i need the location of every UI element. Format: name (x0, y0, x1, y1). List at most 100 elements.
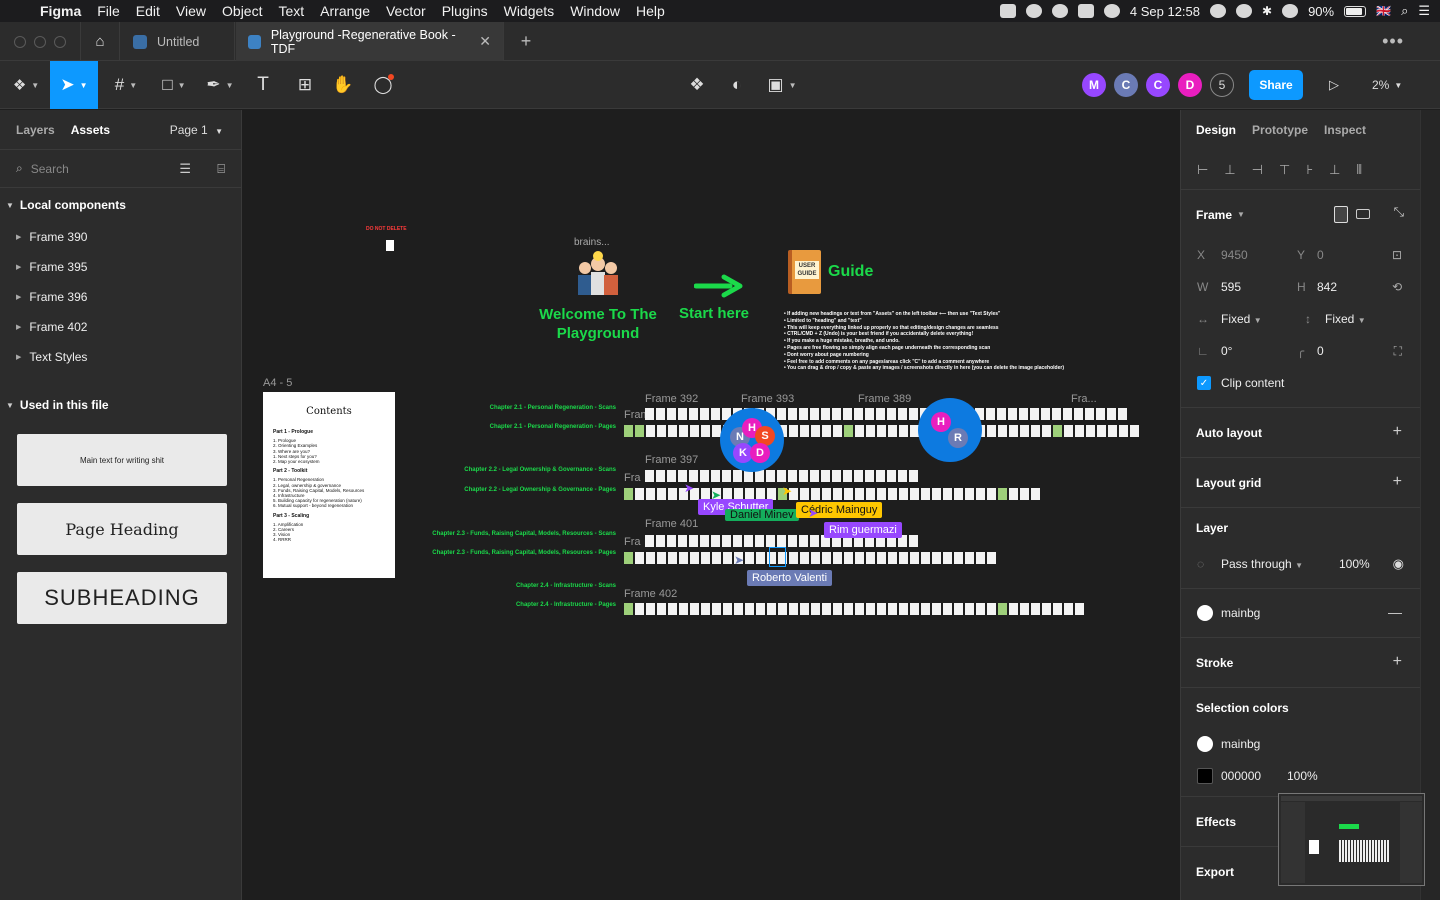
add-icon[interactable]: + (1393, 423, 1402, 441)
vertical-resizing-select[interactable]: Fixed ▼ (1325, 312, 1366, 326)
align-bottom-icon[interactable]: ⊥ (1329, 162, 1340, 178)
w-input[interactable]: 595 (1221, 280, 1297, 294)
text-tool-button[interactable]: T (248, 61, 278, 109)
assets-search[interactable]: ⌕ Search ☰ ⌸ (0, 150, 241, 188)
tab-assets[interactable]: Assets (71, 123, 110, 137)
avatar[interactable]: D (750, 443, 770, 463)
add-icon[interactable]: + (1393, 473, 1402, 491)
y-input[interactable]: 0 (1317, 248, 1324, 262)
add-icon[interactable]: + (1393, 653, 1402, 671)
menu-text[interactable]: Text (278, 3, 304, 19)
more-icon[interactable]: ••• (1382, 22, 1404, 61)
frame-label-402[interactable]: Frame 402 (624, 588, 677, 600)
avatar[interactable]: M (1082, 73, 1106, 97)
move-tool-button[interactable]: ➤ ▼ (50, 61, 98, 109)
chapter-label[interactable]: Chapter 2.1 - Personal Regeneration - Sc… (490, 405, 616, 411)
menu-view[interactable]: View (176, 3, 206, 19)
menu-app-name[interactable]: Figma (40, 3, 81, 19)
clip-content-checkbox[interactable]: ✓ (1197, 376, 1211, 390)
bluetooth-icon[interactable]: ✱ (1262, 4, 1272, 18)
resources-button[interactable]: ⊞ (290, 61, 320, 109)
search-icon[interactable]: ⌕ (1401, 3, 1408, 19)
scan-strip-2-1[interactable] (645, 408, 1127, 420)
constrain-proportions-icon[interactable]: ⟲ (1392, 280, 1402, 294)
avatar[interactable]: C (1146, 73, 1170, 97)
frame-label-a4[interactable]: A4 - 5 (263, 377, 292, 389)
style-main-text[interactable]: Main text for writing shit (17, 434, 227, 486)
frame-label-partial[interactable]: Fra (624, 536, 641, 548)
page-selector[interactable]: Page 1 ▼ (170, 123, 223, 137)
color-opacity[interactable]: 100% (1287, 769, 1318, 783)
frame-label-partial[interactable]: Fra (624, 472, 641, 484)
selection-box[interactable] (769, 547, 786, 567)
design-canvas[interactable]: DO NOT DELETE brains... Welcome To The P… (242, 110, 1180, 900)
align-right-icon[interactable]: ⊣ (1252, 162, 1263, 178)
zoom-window-button[interactable] (54, 36, 66, 48)
portrait-icon[interactable] (1334, 206, 1348, 223)
chapter-label[interactable]: Chapter 2.4 - Infrastructure - Scans (516, 583, 616, 589)
new-tab-button[interactable]: + (514, 22, 538, 61)
selection-color-row[interactable]: 000000 100% (1181, 760, 1420, 792)
align-center-horizontal-icon[interactable]: ⊥ (1224, 162, 1235, 178)
landscape-icon[interactable] (1356, 209, 1370, 219)
list-view-icon[interactable]: ☰ (179, 161, 191, 177)
search-input[interactable]: Search (31, 162, 69, 176)
frame-tool-button[interactable]: # ▼ (106, 61, 146, 109)
frame-label-393[interactable]: Frame 393 (741, 393, 794, 405)
section-used-in-file[interactable]: ▼ Used in this file (0, 388, 241, 422)
clip-content-row[interactable]: ✓ Clip content (1181, 367, 1420, 399)
menu-edit[interactable]: Edit (136, 3, 160, 19)
menu-window[interactable]: Window (570, 3, 620, 19)
x-input[interactable]: 9450 (1221, 248, 1297, 262)
menu-arrange[interactable]: Arrange (320, 3, 370, 19)
cloud-tray-icon[interactable] (1051, 4, 1068, 18)
frame-label-401[interactable]: Frame 401 (645, 518, 698, 530)
tab-design[interactable]: Design (1196, 123, 1236, 137)
style-page-heading[interactable]: Page Heading (17, 503, 227, 555)
mask-button[interactable]: ◐ (722, 61, 752, 109)
settings-tray-icon[interactable] (1210, 4, 1227, 18)
zoom-dropdown[interactable]: 2% ▼ (1372, 70, 1402, 100)
library-book-icon[interactable]: ⌸ (217, 161, 225, 177)
chapter-label[interactable]: Chapter 2.3 - Funds, Raising Capital, Mo… (432, 550, 616, 556)
h-input[interactable]: 842 (1317, 280, 1337, 294)
menu-file[interactable]: File (97, 3, 120, 19)
boolean-button[interactable]: ▣ ▼ (762, 61, 802, 109)
rotation-input[interactable]: 0° (1221, 344, 1297, 358)
menu-plugins[interactable]: Plugins (442, 3, 488, 19)
wifi-icon[interactable] (1282, 4, 1299, 18)
blend-mode-select[interactable]: Pass through ▼ (1221, 557, 1339, 571)
tab-inspect[interactable]: Inspect (1324, 123, 1366, 137)
comment-tool-button[interactable]: ◯ (366, 61, 400, 109)
chapter-label[interactable]: Chapter 2.3 - Funds, Raising Capital, Mo… (432, 531, 616, 537)
tab-layers[interactable]: Layers (16, 123, 55, 137)
independent-corners-icon[interactable]: ⛶ (1394, 344, 1402, 359)
shape-tool-button[interactable]: □ ▼ (154, 61, 194, 109)
distribute-icon[interactable]: ⦀ (1356, 162, 1362, 178)
close-window-button[interactable] (14, 36, 26, 48)
chapter-label[interactable]: Chapter 2.2 - Legal Ownership & Governan… (464, 487, 616, 493)
page-strip-2-1[interactable] (624, 425, 1139, 437)
main-menu-button[interactable]: ❖ ▼ (6, 61, 46, 109)
placeholder-frame[interactable] (386, 240, 394, 251)
avatar[interactable]: D (1178, 73, 1202, 97)
tab-untitled[interactable]: Untitled (121, 22, 235, 61)
flag-icon[interactable]: 🇬🇧 (1376, 4, 1391, 18)
corner-radius-input[interactable]: 0 (1317, 344, 1324, 358)
component-frame-402[interactable]: ▶ Frame 402 (0, 312, 241, 342)
control-center-icon[interactable]: ☰ (1418, 3, 1430, 19)
style-subheading[interactable]: SUBHEADING (17, 572, 227, 624)
home-icon[interactable]: ⌂ (80, 22, 120, 61)
component-frame-390[interactable]: ▶ Frame 390 (0, 222, 241, 252)
menu-vector[interactable]: Vector (386, 3, 426, 19)
chapter-label[interactable]: Chapter 2.2 - Legal Ownership & Governan… (464, 467, 616, 473)
present-play-icon[interactable]: ▷ (1322, 70, 1346, 100)
page-strip-2-4[interactable] (624, 603, 1084, 615)
align-left-icon[interactable]: ⊢ (1197, 162, 1208, 178)
gauge-tray-icon[interactable] (1103, 4, 1120, 18)
color-swatch[interactable] (1197, 736, 1213, 752)
frame-label-389[interactable]: Frame 389 (858, 393, 911, 405)
minimap-thumbnail[interactable] (1278, 793, 1425, 886)
stroke-header[interactable]: Stroke + (1181, 638, 1420, 687)
menu-object[interactable]: Object (222, 3, 262, 19)
